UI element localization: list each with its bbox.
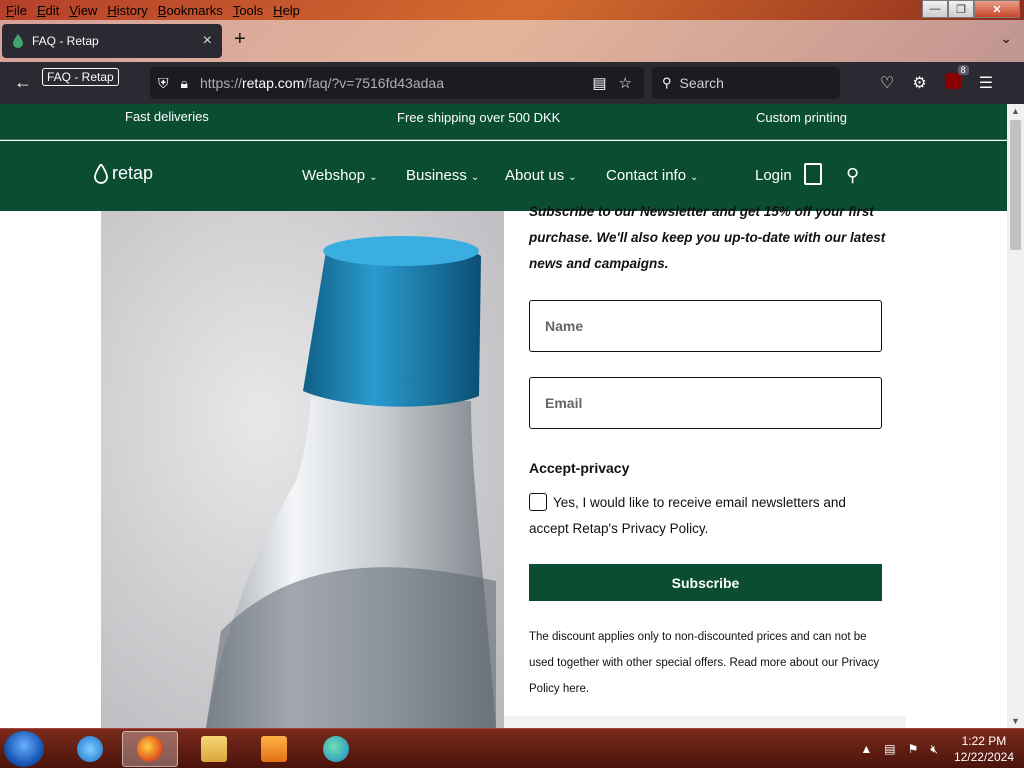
network-icon[interactable]: ▤ xyxy=(884,742,895,756)
close-tab-icon[interactable]: × xyxy=(203,32,212,50)
back-arrow-icon[interactable]: ← xyxy=(14,72,32,93)
menu-bar: File Edit View History Bookmarks Tools H… xyxy=(0,0,1024,20)
taskbar: ▲ ▤ ⚑ 🔇︎ 1:22 PM 12/22/2024 xyxy=(0,728,1024,768)
new-tab-icon[interactable]: + xyxy=(234,28,246,51)
clock-time: 1:22 PM xyxy=(961,734,1007,748)
firefox-icon xyxy=(137,736,163,762)
nav-about-us[interactable]: About us ⌄ xyxy=(505,167,577,184)
pocket-icon[interactable]: ♡ xyxy=(880,73,894,93)
nav-contact-info[interactable]: Contact info ⌄ xyxy=(606,167,698,184)
menu-help[interactable]: Help xyxy=(273,3,300,18)
search-bar[interactable]: ⚲ Search xyxy=(652,67,840,99)
url-text[interactable]: https://retap.com/faq/?v=7516fd43adaa xyxy=(200,75,592,91)
taskbar-edge[interactable] xyxy=(308,731,364,767)
tab-strip: FAQ - Retap × + ⌄ xyxy=(0,20,1024,62)
toolbar-icons: ♡ ⚙ 8 ☰ xyxy=(880,65,993,93)
system-tray: ▲ ▤ ⚑ 🔇︎ 1:22 PM 12/22/2024 xyxy=(854,729,1024,768)
nav-webshop[interactable]: Webshop ⌄ xyxy=(302,167,378,184)
bottle-illustration xyxy=(206,236,496,728)
shield-icon[interactable]: ⛨ xyxy=(158,75,169,92)
menu-tools[interactable]: Tools xyxy=(233,3,263,18)
action-center-flag-icon[interactable]: ⚑ xyxy=(908,742,919,756)
web-page: Fast deliveries Free shipping over 500 D… xyxy=(0,104,1007,728)
menu-history[interactable]: History xyxy=(107,3,147,18)
url-bar[interactable]: ⛨ 🔒︎ https://retap.com/faq/?v=7516fd43ad… xyxy=(150,67,644,99)
menu-bookmarks[interactable]: Bookmarks xyxy=(158,3,223,18)
name-placeholder: Name xyxy=(545,318,584,334)
edge-icon xyxy=(323,736,349,762)
tab-title: FAQ - Retap xyxy=(32,34,99,48)
clock-date: 12/22/2024 xyxy=(953,750,1014,764)
consent-label[interactable]: Yes, I would like to receive email newsl… xyxy=(529,490,879,542)
extensions-icon[interactable]: ⚙ xyxy=(912,73,926,93)
next-section-edge xyxy=(504,716,906,728)
internet-explorer-icon xyxy=(77,736,103,762)
nav-business[interactable]: Business ⌄ xyxy=(406,167,479,184)
email-field[interactable]: Email xyxy=(529,377,882,429)
usp-fast-deliveries: Fast deliveries xyxy=(125,109,209,124)
page-scrollbar[interactable]: ▲ ▼ xyxy=(1007,104,1024,728)
bookmark-star-icon[interactable]: ☆ xyxy=(619,74,632,92)
ublock-icon[interactable]: 8 xyxy=(944,65,969,89)
chevron-down-icon: ⌄ xyxy=(369,172,378,183)
login-link[interactable]: Login xyxy=(755,167,792,184)
search-placeholder: Search xyxy=(679,75,724,91)
chevron-down-icon: ⌄ xyxy=(470,172,480,183)
retap-logo[interactable]: retap xyxy=(94,163,153,184)
usp-custom-printing: Custom printing xyxy=(756,110,848,125)
scroll-down-icon[interactable]: ▼ xyxy=(1011,716,1020,726)
email-placeholder: Email xyxy=(545,395,583,411)
logo-text: retap xyxy=(112,163,154,183)
name-field[interactable]: Name xyxy=(529,300,882,352)
extension-badge: 8 xyxy=(957,65,969,75)
clock[interactable]: 1:22 PM 12/22/2024 xyxy=(954,733,1014,765)
taskbar-firefox[interactable] xyxy=(122,731,178,767)
newsletter-intro: Subscribe to our Newsletter and get 15% … xyxy=(529,204,886,271)
show-hidden-icons[interactable]: ▲ xyxy=(860,742,872,756)
privacy-heading: Accept-privacy xyxy=(529,460,630,476)
subscribe-button[interactable]: Subscribe xyxy=(529,564,882,601)
hamburger-menu-icon[interactable]: ☰ xyxy=(979,73,993,93)
folder-icon xyxy=(201,736,227,762)
minimize-button[interactable]: — xyxy=(922,0,948,18)
tab-tooltip: FAQ - Retap xyxy=(42,68,119,86)
volume-muted-icon[interactable]: 🔇︎ xyxy=(930,742,938,757)
consent-checkbox[interactable] xyxy=(529,493,547,511)
restore-button[interactable]: ❐ xyxy=(948,0,974,18)
usp-strip: Fast deliveries Free shipping over 500 D… xyxy=(0,104,1007,140)
search-icon: ⚲ xyxy=(662,75,672,90)
media-player-icon xyxy=(261,736,287,762)
start-button[interactable] xyxy=(4,731,44,767)
retap-drop-icon xyxy=(94,163,108,184)
water-bottle-image xyxy=(101,211,504,728)
list-all-tabs-icon[interactable]: ⌄ xyxy=(1000,30,1012,47)
chevron-down-icon: ⌄ xyxy=(568,172,577,183)
site-search-icon[interactable]: ⚲ xyxy=(846,165,859,186)
chevron-down-icon: ⌄ xyxy=(690,172,699,183)
reader-view-icon[interactable]: ▤ xyxy=(592,74,606,92)
menu-edit[interactable]: Edit xyxy=(37,3,59,18)
window-controls: — ❐ ✕ xyxy=(922,0,1020,18)
menu-file[interactable]: File xyxy=(6,3,27,18)
close-window-button[interactable]: ✕ xyxy=(974,0,1020,18)
cart-bag-icon[interactable] xyxy=(804,163,822,185)
tab-faq-retap[interactable]: FAQ - Retap × xyxy=(2,24,222,58)
scrollbar-thumb[interactable] xyxy=(1010,120,1021,250)
usp-free-shipping: Free shipping over 500 DKK xyxy=(397,110,561,125)
taskbar-media-player[interactable] xyxy=(246,731,302,767)
taskbar-internet-explorer[interactable] xyxy=(62,731,118,767)
retap-favicon-icon xyxy=(13,34,23,48)
taskbar-explorer[interactable] xyxy=(186,731,242,767)
scroll-up-icon[interactable]: ▲ xyxy=(1011,106,1020,116)
discount-disclaimer: The discount applies only to non-discoun… xyxy=(529,631,880,695)
menu-view[interactable]: View xyxy=(69,3,97,18)
lock-icon[interactable]: 🔒︎ xyxy=(181,75,188,92)
